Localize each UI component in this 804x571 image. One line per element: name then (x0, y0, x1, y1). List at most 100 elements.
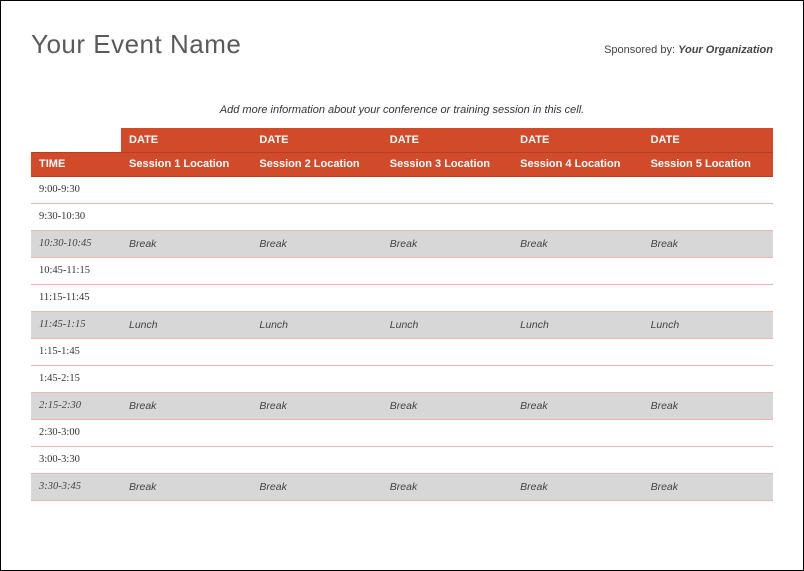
table-row: 2:15-2:30BreakBreakBreakBreakBreak (31, 392, 773, 419)
session-cell: Lunch (121, 311, 251, 338)
session-cell (251, 284, 381, 311)
time-cell: 9:00-9:30 (31, 176, 121, 203)
time-cell: 1:45-2:15 (31, 365, 121, 392)
event-name: Your Event Name (31, 29, 241, 60)
time-cell: 9:30-10:30 (31, 203, 121, 230)
session-cell (382, 365, 512, 392)
table-row: 9:00-9:30 (31, 176, 773, 203)
session-cell (382, 338, 512, 365)
table-row: 11:15-11:45 (31, 284, 773, 311)
session-cell (643, 176, 773, 203)
column-location-2: Session 2 Location (251, 152, 381, 176)
column-location-3: Session 3 Location (382, 152, 512, 176)
session-cell (382, 284, 512, 311)
session-cell: Break (512, 473, 642, 500)
session-cell (382, 419, 512, 446)
table-row: 3:30-3:45BreakBreakBreakBreakBreak (31, 473, 773, 500)
column-date-1: DATE (121, 128, 251, 152)
session-cell: Break (251, 392, 381, 419)
session-cell (643, 203, 773, 230)
sponsored-label: Sponsored by: (604, 44, 678, 56)
session-cell (121, 203, 251, 230)
session-cell: Break (121, 392, 251, 419)
session-cell (382, 446, 512, 473)
time-cell: 11:15-11:45 (31, 284, 121, 311)
column-location-1: Session 1 Location (121, 152, 251, 176)
session-cell (121, 284, 251, 311)
session-cell (121, 365, 251, 392)
session-cell (643, 365, 773, 392)
session-cell: Break (382, 473, 512, 500)
session-cell (643, 419, 773, 446)
table-row: 1:45-2:15 (31, 365, 773, 392)
time-cell: 2:30-3:00 (31, 419, 121, 446)
table-row: 9:30-10:30 (31, 203, 773, 230)
session-cell (121, 419, 251, 446)
date-row-blank (31, 128, 121, 152)
column-date-3: DATE (382, 128, 512, 152)
session-cell (382, 257, 512, 284)
session-cell: Break (121, 473, 251, 500)
session-cell (512, 446, 642, 473)
session-cell (382, 176, 512, 203)
session-cell (121, 446, 251, 473)
session-cell (121, 257, 251, 284)
session-cell (512, 203, 642, 230)
time-cell: 3:30-3:45 (31, 473, 121, 500)
session-cell (512, 257, 642, 284)
session-cell (251, 419, 381, 446)
session-cell: Break (382, 392, 512, 419)
schedule-table: DATEDATEDATEDATEDATETIMESession 1 Locati… (31, 128, 773, 501)
page-header: Your Event Name Sponsored by: Your Organ… (31, 29, 773, 60)
session-cell: Break (512, 230, 642, 257)
session-cell: Break (643, 230, 773, 257)
session-cell (512, 419, 642, 446)
time-cell: 10:30-10:45 (31, 230, 121, 257)
session-cell (251, 338, 381, 365)
column-date-5: DATE (643, 128, 773, 152)
time-header: TIME (31, 152, 121, 176)
session-cell: Lunch (643, 311, 773, 338)
session-cell (643, 446, 773, 473)
session-cell: Lunch (382, 311, 512, 338)
session-cell: Lunch (512, 311, 642, 338)
session-cell (382, 203, 512, 230)
session-cell: Break (643, 473, 773, 500)
conference-subtitle: Add more information about your conferen… (220, 104, 584, 116)
session-cell (121, 338, 251, 365)
session-cell (251, 446, 381, 473)
time-cell: 10:45-11:15 (31, 257, 121, 284)
time-cell: 1:15-1:45 (31, 338, 121, 365)
session-cell: Break (382, 230, 512, 257)
sponsored-by: Sponsored by: Your Organization (604, 44, 773, 56)
table-row: 11:45-1:15LunchLunchLunchLunchLunch (31, 311, 773, 338)
session-cell: Lunch (251, 311, 381, 338)
session-cell (512, 338, 642, 365)
organization-name: Your Organization (678, 44, 773, 56)
session-cell (512, 176, 642, 203)
time-cell: 11:45-1:15 (31, 311, 121, 338)
session-cell (643, 338, 773, 365)
session-cell (512, 284, 642, 311)
column-location-4: Session 4 Location (512, 152, 642, 176)
column-date-2: DATE (251, 128, 381, 152)
time-cell: 3:00-3:30 (31, 446, 121, 473)
table-row: 10:30-10:45BreakBreakBreakBreakBreak (31, 230, 773, 257)
table-row: 10:45-11:15 (31, 257, 773, 284)
session-cell (643, 284, 773, 311)
time-cell: 2:15-2:30 (31, 392, 121, 419)
table-row: 2:30-3:00 (31, 419, 773, 446)
session-cell (512, 365, 642, 392)
column-date-4: DATE (512, 128, 642, 152)
session-cell: Break (251, 230, 381, 257)
session-cell (251, 365, 381, 392)
table-row: 1:15-1:45 (31, 338, 773, 365)
session-cell: Break (512, 392, 642, 419)
session-cell: Break (251, 473, 381, 500)
table-row: 3:00-3:30 (31, 446, 773, 473)
session-cell (251, 203, 381, 230)
session-cell: Break (643, 392, 773, 419)
session-cell (121, 176, 251, 203)
session-cell: Break (121, 230, 251, 257)
session-cell (643, 257, 773, 284)
